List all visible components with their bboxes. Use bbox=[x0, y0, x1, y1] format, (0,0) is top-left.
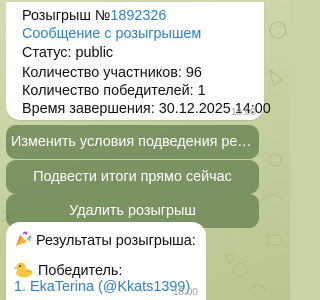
finish-now-button[interactable]: Подвести итоги прямо сейчас bbox=[6, 160, 259, 194]
winner-entry-link[interactable]: 1. EkaTerina (@Kkats1399) bbox=[14, 279, 190, 295]
results-title: Результаты розыгрыша: bbox=[14, 230, 196, 252]
giveaway-id-link[interactable]: 1892326 bbox=[110, 8, 166, 24]
giveaway-results-message: Результаты розыгрыша: Победитель: 1. Eka… bbox=[6, 222, 206, 300]
status-line: Статус: public bbox=[22, 45, 114, 61]
results-timestamp: 18:00 bbox=[172, 287, 198, 298]
winner-label-text: Победитель: bbox=[38, 263, 123, 279]
party-popper-icon bbox=[14, 230, 32, 252]
giveaway-title: Розыгрыш №1892326 bbox=[22, 8, 166, 24]
participants-line: Количество участников: 96 bbox=[22, 65, 202, 81]
giveaway-message-link[interactable]: Сообщение с розыгрышем bbox=[22, 26, 201, 42]
giveaway-title-prefix: Розыгрыш № bbox=[22, 8, 111, 24]
giveaway-info-message: Розыгрыш №1892326 Сообщение с розыгрышем… bbox=[6, 2, 271, 120]
delete-giveaway-label: Удалить розыгрыш bbox=[69, 203, 196, 219]
edit-conditions-button[interactable]: Изменить условия подведения результатов bbox=[6, 125, 259, 159]
edit-conditions-label: Изменить условия подведения результатов bbox=[11, 134, 254, 150]
finish-now-label: Подвести итоги прямо сейчас bbox=[33, 169, 232, 185]
winners-count-line: Количество победителей: 1 bbox=[22, 83, 206, 99]
message-timestamp: 18:00 bbox=[230, 107, 256, 118]
results-title-text: Результаты розыгрыша: bbox=[36, 233, 196, 249]
